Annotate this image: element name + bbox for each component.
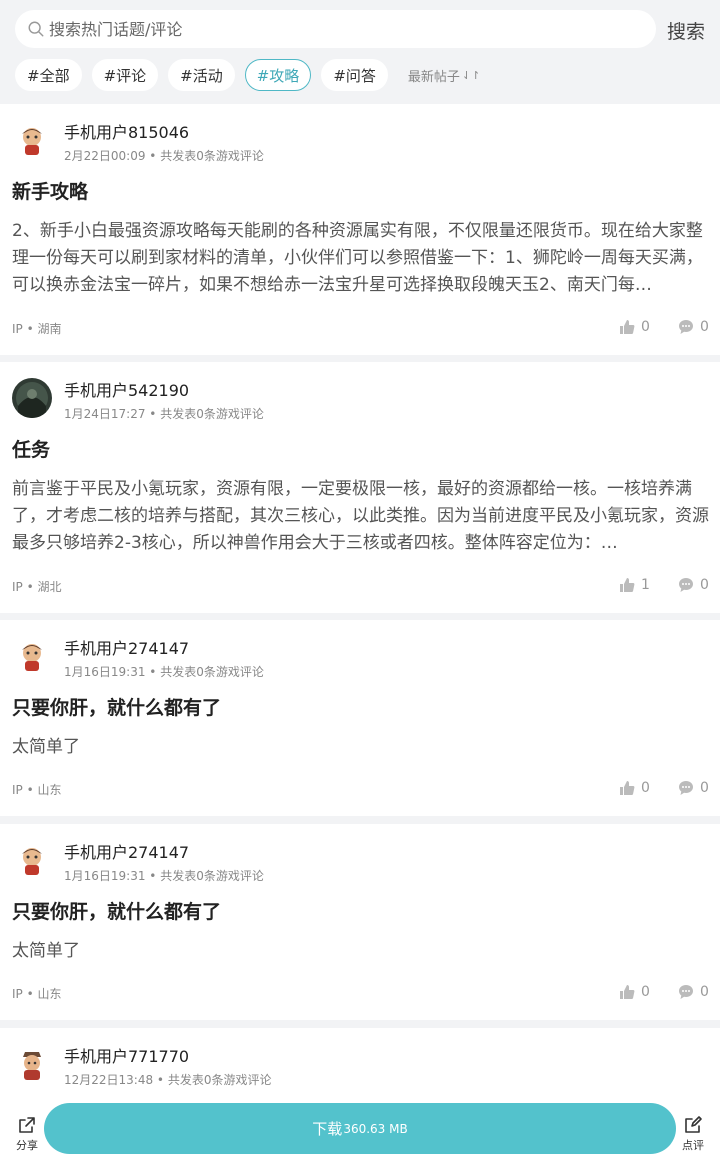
thumbs-up-icon [620,578,635,592]
thumbs-up-icon [620,985,635,999]
post-card[interactable]: 手机用户542190 1月24日17:27 • 共发表0条游戏评论 任务 前言鉴… [0,362,720,613]
post-card[interactable]: 手机用户274147 1月16日19:31 • 共发表0条游戏评论 只要你肝，就… [0,824,720,1020]
post-meta: 2月22日00:09 • 共发表0条游戏评论 [64,149,264,163]
post-meta: 1月16日19:31 • 共发表0条游戏评论 [64,665,264,679]
top-bar: 搜索 #全部 #评论 #活动 #攻略 #问答 最新帖子 ⇃↾ [0,0,720,104]
tag-guide[interactable]: #攻略 [244,59,312,91]
post-card[interactable]: 手机用户815046 2月22日00:09 • 共发表0条游戏评论 新手攻略 2… [0,104,720,355]
comment-count: 0 [700,780,709,796]
avatar[interactable] [12,120,52,160]
sort-dropdown[interactable]: 最新帖子 ⇃↾ [408,66,480,85]
post-title[interactable]: 新手攻略 [12,177,88,204]
like-button[interactable]: 0 [619,319,650,335]
avatar[interactable] [12,1044,52,1084]
post-body[interactable]: 太简单了 [12,734,710,761]
download-size: 360.63 MB [343,1121,408,1136]
comment-icon [679,578,693,592]
comment-button[interactable]: 0 [678,319,709,335]
username[interactable]: 手机用户274147 [64,839,189,863]
like-button[interactable]: 0 [619,984,650,1000]
sort-label: 最新帖子 [407,69,460,85]
username[interactable]: 手机用户815046 [64,119,189,143]
username[interactable]: 手机用户771770 [64,1043,189,1067]
avatar[interactable] [12,636,52,676]
comment-count: 0 [700,577,709,593]
username[interactable]: 手机用户542190 [64,377,189,401]
username[interactable]: 手机用户274147 [64,635,189,659]
post-body[interactable]: 2、新手小白最强资源攻略每天能刷的各种资源属实有限，不仅限量还限货币。现在给大家… [12,218,710,299]
download-label: 下载 [312,1120,343,1138]
search-icon [28,21,44,37]
post-meta: 1月24日17:27 • 共发表0条游戏评论 [64,407,264,421]
like-count: 0 [641,984,650,1000]
search-box[interactable] [15,10,656,48]
ip-location: IP • 山东 [12,987,62,1001]
like-count: 1 [641,577,650,593]
avatar[interactable] [12,378,52,418]
share-label: 分享 [16,1139,38,1152]
edit-icon [685,1116,702,1133]
share-icon [19,1117,35,1133]
bottom-action-bar: 分享 下载 360.63 MB 点评 [0,1097,720,1161]
like-count: 0 [641,780,650,796]
comment-icon [679,985,693,999]
comment-count: 0 [700,984,709,1000]
download-button[interactable]: 下载 360.63 MB [44,1103,676,1154]
like-button[interactable]: 0 [619,780,650,796]
like-button[interactable]: 1 [619,577,650,593]
like-count: 0 [641,319,650,335]
review-label: 点评 [682,1139,704,1152]
share-button[interactable]: 分享 [13,1115,41,1153]
search-button[interactable]: 搜索 [667,17,705,44]
comment-count: 0 [700,319,709,335]
ip-location: IP • 湖北 [12,580,62,594]
search-input[interactable] [49,19,639,39]
tag-filter-bar: #全部 #评论 #活动 #攻略 #问答 最新帖子 ⇃↾ [15,59,480,91]
post-body[interactable]: 前言鉴于平民及小氪玩家，资源有限，一定要极限一核，最好的资源都给一核。一核培养满… [12,476,710,557]
post-meta: 1月16日19:31 • 共发表0条游戏评论 [64,869,264,883]
post-body[interactable]: 太简单了 [12,938,710,965]
comment-button[interactable]: 0 [678,577,709,593]
post-title[interactable]: 任务 [12,435,50,462]
post-meta: 12月22日13:48 • 共发表0条游戏评论 [64,1073,272,1087]
thumbs-up-icon [620,320,635,334]
ip-location: IP • 山东 [12,783,62,797]
review-button[interactable]: 点评 [679,1115,707,1153]
tag-all[interactable]: #全部 [15,59,82,91]
ip-location: IP • 湖南 [12,322,62,336]
sort-arrows-icon: ⇃↾ [461,68,481,82]
post-title[interactable]: 只要你肝，就什么都有了 [12,897,221,924]
comment-icon [679,781,693,795]
tag-qa[interactable]: #问答 [321,59,388,91]
tag-activity[interactable]: #活动 [168,59,235,91]
post-title[interactable]: 只要你肝，就什么都有了 [12,693,221,720]
thumbs-up-icon [620,781,635,795]
avatar[interactable] [12,840,52,880]
tag-comment[interactable]: #评论 [91,59,159,91]
comment-icon [679,320,693,334]
comment-button[interactable]: 0 [678,984,709,1000]
post-card[interactable]: 手机用户274147 1月16日19:31 • 共发表0条游戏评论 只要你肝，就… [0,620,720,816]
comment-button[interactable]: 0 [678,780,709,796]
